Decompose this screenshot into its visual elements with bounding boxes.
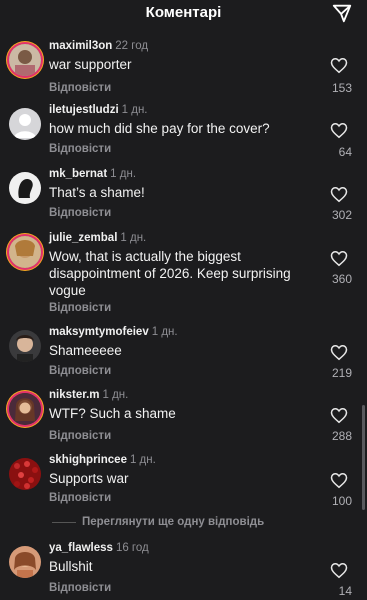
view-more-replies-button[interactable]: Переглянути ще одну відповідь bbox=[52, 516, 312, 530]
header: Коментарі bbox=[0, 0, 367, 30]
username[interactable]: skhighprincee bbox=[49, 454, 127, 466]
like-count: 100 bbox=[331, 494, 352, 508]
comment-time: 1 дн. bbox=[120, 232, 147, 244]
comment-meta: julie_zembal 1 дн. bbox=[49, 232, 146, 244]
username[interactable]: ya_flawless bbox=[49, 542, 113, 554]
comment-text: Bullshit bbox=[49, 559, 93, 574]
avatar[interactable] bbox=[9, 458, 41, 490]
comment-meta: mk_bernat 1 дн. bbox=[49, 168, 136, 180]
heart-icon[interactable] bbox=[330, 250, 352, 270]
comment-text: Supports war bbox=[49, 471, 129, 486]
comment-meta: maximil3on 22 год bbox=[49, 40, 148, 52]
comment-meta: iletujestludzi 1 дн. bbox=[49, 104, 148, 116]
comment-time: 1 дн. bbox=[129, 454, 156, 466]
username[interactable]: maximil3on bbox=[49, 40, 112, 52]
username[interactable]: maksymtymofeiev bbox=[49, 326, 149, 338]
like-count: 360 bbox=[331, 272, 352, 286]
comment-time: 1 дн. bbox=[121, 104, 148, 116]
comment-text: war supporter bbox=[49, 57, 132, 72]
comment-time: 1 дн. bbox=[110, 168, 137, 180]
username[interactable]: iletujestludzi bbox=[49, 104, 119, 116]
comment-text: WTF? Such a shame bbox=[49, 406, 176, 421]
like-count: 153 bbox=[331, 81, 352, 95]
comment-meta: nikster.m 1 дн. bbox=[49, 389, 128, 401]
heart-icon[interactable] bbox=[330, 562, 352, 582]
username[interactable]: mk_bernat bbox=[49, 168, 107, 180]
heart-icon[interactable] bbox=[330, 407, 352, 427]
reply-button[interactable]: Відповісти bbox=[49, 430, 111, 442]
reply-button[interactable]: Відповісти bbox=[49, 143, 111, 155]
username[interactable]: nikster.m bbox=[49, 389, 100, 401]
avatar[interactable] bbox=[9, 546, 41, 578]
heart-icon[interactable] bbox=[330, 472, 352, 492]
like-count: 288 bbox=[331, 429, 352, 443]
heart-icon[interactable] bbox=[330, 122, 352, 142]
heart-icon[interactable] bbox=[330, 57, 352, 77]
like-count: 64 bbox=[338, 145, 352, 159]
page-title: Коментарі bbox=[145, 4, 222, 21]
reply-button[interactable]: Відповісти bbox=[49, 582, 111, 594]
view-more-replies-label: Переглянути ще одну відповідь bbox=[82, 516, 265, 528]
avatar[interactable] bbox=[9, 108, 41, 140]
comment-meta: maksymtymofeiev 1 дн. bbox=[49, 326, 178, 338]
like-count: 302 bbox=[331, 208, 352, 222]
avatar[interactable] bbox=[9, 236, 41, 268]
send-icon[interactable] bbox=[331, 2, 353, 24]
avatar[interactable] bbox=[9, 330, 41, 362]
comment-time: 22 год bbox=[115, 40, 149, 52]
reply-button[interactable]: Відповісти bbox=[49, 207, 111, 219]
comment-text: That’s a shame! bbox=[49, 185, 145, 200]
comment-time: 1 дн. bbox=[151, 326, 178, 338]
comment-time: 1 дн. bbox=[102, 389, 129, 401]
comment-text: how much did she pay for the cover? bbox=[49, 121, 270, 136]
comment-meta: skhighprincee 1 дн. bbox=[49, 454, 156, 466]
reply-button[interactable]: Відповісти bbox=[49, 492, 111, 504]
reply-button[interactable]: Відповісти bbox=[49, 302, 111, 314]
avatar[interactable] bbox=[9, 44, 41, 76]
divider bbox=[52, 522, 76, 523]
username[interactable]: julie_zembal bbox=[49, 232, 117, 244]
comment-text: Shameeeee bbox=[49, 343, 122, 358]
comment-time: 16 год bbox=[115, 542, 149, 554]
reply-button[interactable]: Відповісти bbox=[49, 82, 111, 94]
avatar[interactable] bbox=[9, 172, 41, 204]
heart-icon[interactable] bbox=[330, 344, 352, 364]
reply-button[interactable]: Відповісти bbox=[49, 365, 111, 377]
scrollbar[interactable] bbox=[362, 405, 365, 510]
avatar[interactable] bbox=[9, 393, 41, 425]
comment-text: Wow, that is actually the biggest disapp… bbox=[49, 249, 291, 298]
heart-icon[interactable] bbox=[330, 186, 352, 206]
like-count: 14 bbox=[338, 584, 352, 598]
comment-meta: ya_flawless 16 год bbox=[49, 542, 149, 554]
like-count: 219 bbox=[331, 366, 352, 380]
